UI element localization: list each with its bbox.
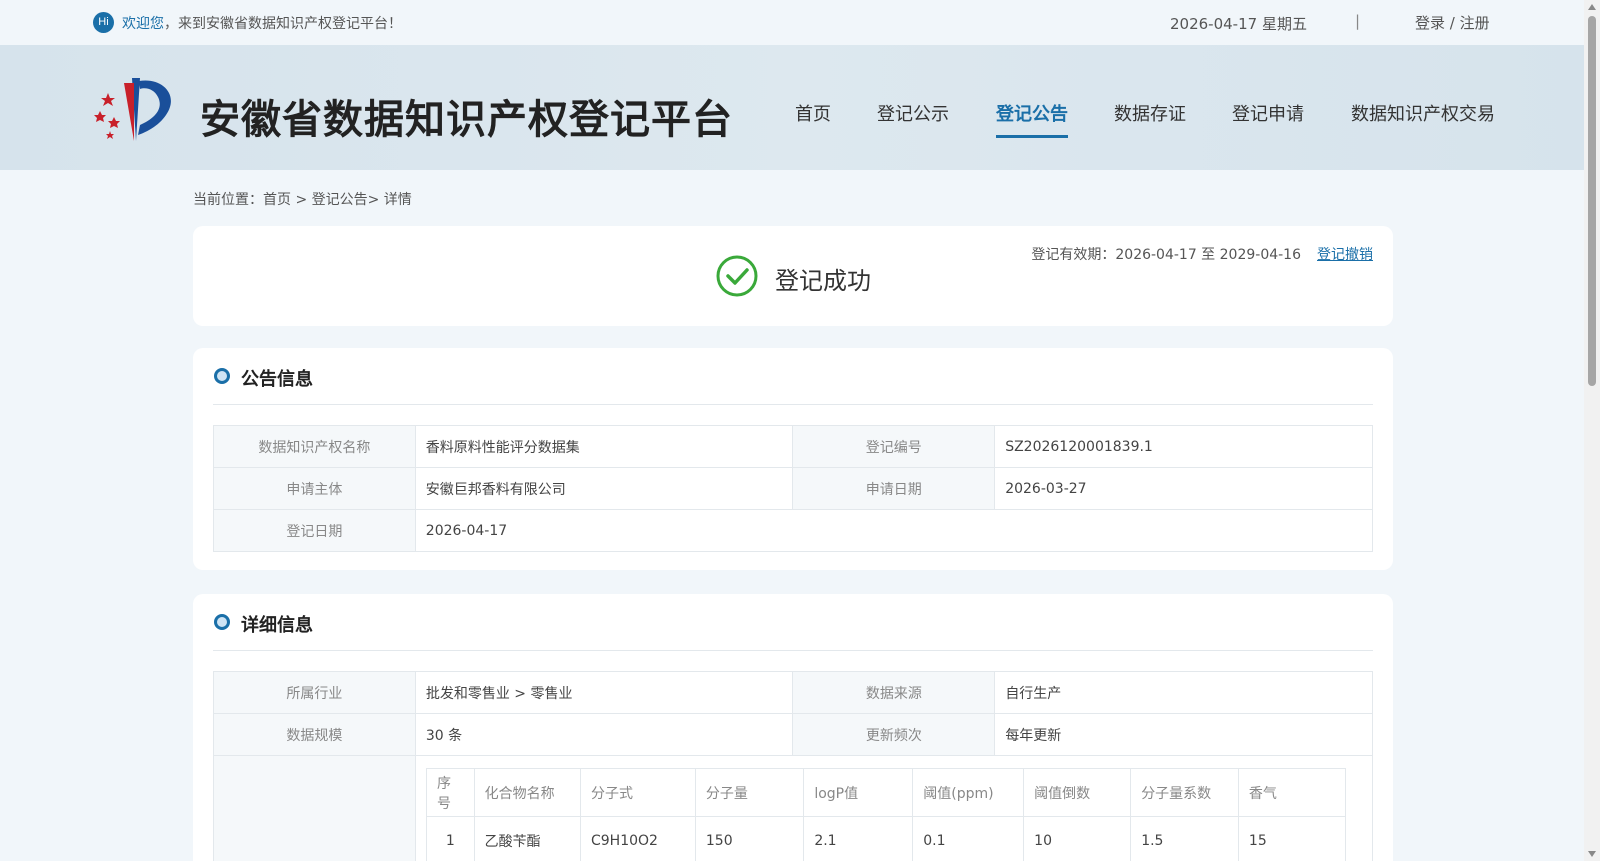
col-header: 化合物名称 <box>473 768 582 817</box>
col-header: 分子量系数 <box>1130 768 1239 817</box>
table-cell: 150 <box>694 816 805 861</box>
value-applicant: 安徽巨邦香料有限公司 <box>414 467 794 510</box>
col-header: 香气 <box>1237 768 1346 817</box>
value-data-scale: 30 条 <box>414 713 794 756</box>
status-card: 登记有效期：2026-04-17 至 2029-04-16 登记撤销 登记成功 <box>193 226 1393 326</box>
table-cell: 1 <box>426 816 475 861</box>
value-data-source: 自行生产 <box>994 671 1373 714</box>
registration-status: 登记成功 <box>775 267 871 295</box>
scrollbar-thumb[interactable] <box>1588 16 1596 386</box>
sample-data-scroll[interactable]: 序号 化合物名称 分子式 分子量 logP值 阈值(ppm) 阈值倒数 分子量系… <box>426 768 1346 861</box>
detail-info-card: 详细信息 所属行业 批发和零售业 > 零售业 数据来源 自行生产 数据规模 30… <box>193 594 1393 861</box>
table-row: 数据规模 30 条 更新频次 每年更新 <box>213 713 1373 756</box>
revoke-registration-link[interactable]: 登记撤销 <box>1317 244 1373 264</box>
table-cell: 10 <box>1023 816 1132 861</box>
value-reg-number: SZ2026120001839.1 <box>994 425 1373 468</box>
current-date: 2026-04-17 星期五 <box>1170 15 1307 33</box>
table-cell: 1.5 <box>1130 816 1239 861</box>
top-separator: | <box>1355 12 1361 30</box>
table-cell: 乙酸苄酯 <box>473 816 582 861</box>
hi-badge: Hi <box>93 12 114 33</box>
label-applicant: 申请主体 <box>213 467 416 510</box>
nav-ip-trading[interactable]: 数据知识产权交易 <box>1351 100 1495 126</box>
section-divider <box>213 650 1373 651</box>
value-ip-name: 香料原料性能评分数据集 <box>414 425 794 468</box>
table-row: 1 乙酸苄酯 C9H10O2 150 2.1 0.1 10 1.5 15 <box>426 816 1346 861</box>
label-ip-name: 数据知识产权名称 <box>213 425 416 468</box>
section-bullet-icon <box>214 368 230 384</box>
nav-registration-apply[interactable]: 登记申请 <box>1232 100 1304 126</box>
welcome-rest: ，来到安徽省数据知识产权登记平台！ <box>164 16 402 32</box>
label-data-scale: 数据规模 <box>213 713 416 756</box>
table-header-row: 序号 化合物名称 分子式 分子量 logP值 阈值(ppm) 阈值倒数 分子量系… <box>426 768 1346 817</box>
label-reg-number: 登记编号 <box>792 425 996 468</box>
label-industry: 所属行业 <box>213 671 416 714</box>
label-sample-data <box>213 755 416 861</box>
login-register-link[interactable]: 登录 / 注册 <box>1415 12 1490 33</box>
table-row: 数据知识产权名称 香料原料性能评分数据集 登记编号 SZ202612000183… <box>213 425 1373 468</box>
col-header: logP值 <box>803 768 914 817</box>
top-bar: Hi 欢迎您，来到安徽省数据知识产权登记平台！ 2026-04-17 星期五 |… <box>0 0 1600 45</box>
breadcrumb: 当前位置：首页 > 登记公告> 详情 <box>193 192 412 208</box>
scroll-down-arrow-icon[interactable] <box>1588 851 1596 857</box>
site-title: 安徽省数据知识产权登记平台 <box>200 97 733 143</box>
col-header: 分子式 <box>580 768 696 817</box>
table-row: 登记日期 2026-04-17 <box>213 509 1374 552</box>
col-header: 分子量 <box>694 768 805 817</box>
nav-data-evidence[interactable]: 数据存证 <box>1114 100 1186 126</box>
success-check-icon <box>716 255 758 297</box>
value-update-frequency: 每年更新 <box>994 713 1373 756</box>
table-row: 所属行业 批发和零售业 > 零售业 数据来源 自行生产 <box>213 671 1373 714</box>
platform-logo-icon[interactable] <box>92 73 178 143</box>
label-update-frequency: 更新频次 <box>792 713 996 756</box>
section-bullet-icon <box>214 614 230 630</box>
label-reg-date: 登记日期 <box>213 509 416 552</box>
section-title-announcement: 公告信息 <box>241 369 313 390</box>
announcement-table: 数据知识产权名称 香料原料性能评分数据集 登记编号 SZ202612000183… <box>213 425 1374 552</box>
welcome-text: 欢迎您，来到安徽省数据知识产权登记平台！ <box>122 13 402 33</box>
label-data-source: 数据来源 <box>792 671 996 714</box>
section-divider <box>213 404 1373 405</box>
value-apply-date: 2026-03-27 <box>994 467 1373 510</box>
col-header: 阈值(ppm) <box>912 768 1025 817</box>
table-cell: 15 <box>1237 816 1346 861</box>
table-row: 申请主体 安徽巨邦香料有限公司 申请日期 2026-03-27 <box>213 467 1373 510</box>
table-cell: 0.1 <box>912 816 1025 861</box>
announcement-info-card: 公告信息 数据知识产权名称 香料原料性能评分数据集 登记编号 SZ2026120… <box>193 348 1393 570</box>
nav-registration-announcement[interactable]: 登记公告 <box>996 100 1068 138</box>
nav-home[interactable]: 首页 <box>795 100 831 126</box>
table-cell: 2.1 <box>803 816 914 861</box>
welcome-highlight: 欢迎您 <box>122 16 164 32</box>
nav-registration-publicity[interactable]: 登记公示 <box>877 100 949 126</box>
value-reg-date: 2026-04-17 <box>414 509 1374 552</box>
col-header: 序号 <box>426 768 475 817</box>
page-scrollbar[interactable] <box>1584 0 1600 861</box>
value-industry: 批发和零售业 > 零售业 <box>414 671 794 714</box>
validity-period: 登记有效期：2026-04-17 至 2029-04-16 <box>1031 247 1301 263</box>
label-apply-date: 申请日期 <box>792 467 996 510</box>
sample-data-table: 序号 化合物名称 分子式 分子量 logP值 阈值(ppm) 阈值倒数 分子量系… <box>426 768 1346 861</box>
col-header: 阈值倒数 <box>1023 768 1132 817</box>
section-title-detail: 详细信息 <box>241 615 313 636</box>
site-header: 安徽省数据知识产权登记平台 首页 登记公示 登记公告 数据存证 登记申请 数据知… <box>0 45 1600 170</box>
table-cell: C9H10O2 <box>580 816 696 861</box>
scroll-up-arrow-icon[interactable] <box>1588 4 1596 10</box>
